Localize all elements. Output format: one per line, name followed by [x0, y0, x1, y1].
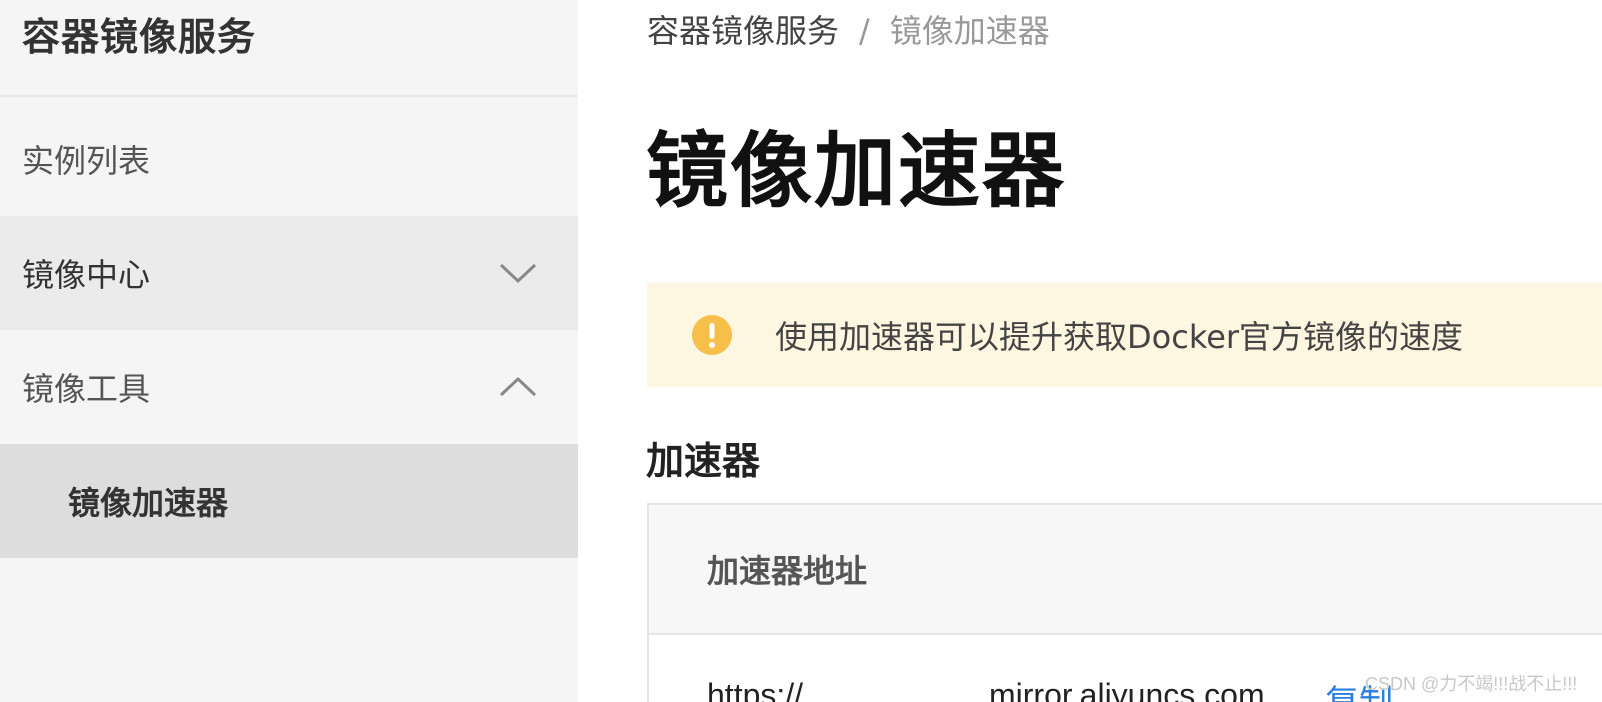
sidebar-item-image-tools[interactable]: 镜像工具 — [0, 330, 578, 444]
breadcrumb-root-link[interactable]: 容器镜像服务 — [647, 12, 839, 50]
watermark: CSDN @力不竭!!!战不止!!! — [1365, 674, 1578, 694]
chevron-up-icon — [499, 376, 537, 397]
main-content: 容器镜像服务 / 镜像加速器 镜像加速器 使用加速器可以提升获取Docker官方镜像… — [578, 0, 1602, 702]
sidebar-item-label: 镜像加速器 — [68, 484, 229, 522]
exclamation-circle-icon — [692, 315, 732, 355]
sidebar-item-label: 实例列表 — [22, 142, 151, 180]
sidebar-item-label: 镜像中心 — [22, 256, 151, 294]
table-header: 加速器地址 — [649, 505, 1602, 635]
page: 容器镜像服务 实例列表 镜像中心 镜像工具 镜像加速器 容器镜像服务 / 镜像加速器… — [0, 0, 1602, 702]
sidebar-title-text: 容器镜像服务 — [22, 15, 257, 59]
chevron-down-icon — [499, 263, 537, 284]
info-alert: 使用加速器可以提升获取Docker官方镜像的速度 — [647, 283, 1602, 387]
sidebar-item-image-center[interactable]: 镜像中心 — [0, 216, 578, 330]
sidebar: 容器镜像服务 实例列表 镜像中心 镜像工具 镜像加速器 — [0, 0, 578, 702]
page-title: 镜像加速器 — [646, 124, 1067, 219]
sidebar-item-label: 镜像工具 — [22, 370, 151, 408]
section-title: 加速器 — [646, 439, 761, 483]
alert-text: 使用加速器可以提升获取Docker官方镜像的速度 — [775, 318, 1464, 356]
column-header-address: 加速器地址 — [707, 552, 868, 590]
breadcrumb: 容器镜像服务 / 镜像加速器 — [647, 6, 1050, 52]
sidebar-title: 容器镜像服务 — [0, 0, 578, 97]
sidebar-item-instance-list[interactable]: 实例列表 — [0, 102, 578, 216]
breadcrumb-separator: / — [859, 12, 870, 50]
breadcrumb-current: 镜像加速器 — [889, 12, 1050, 50]
accelerator-url-prefix: https:// — [707, 677, 804, 702]
accelerator-url-suffix: mirror.aliyuncs.com — [989, 677, 1265, 702]
sidebar-item-image-accelerator[interactable]: 镜像加速器 — [0, 444, 578, 558]
